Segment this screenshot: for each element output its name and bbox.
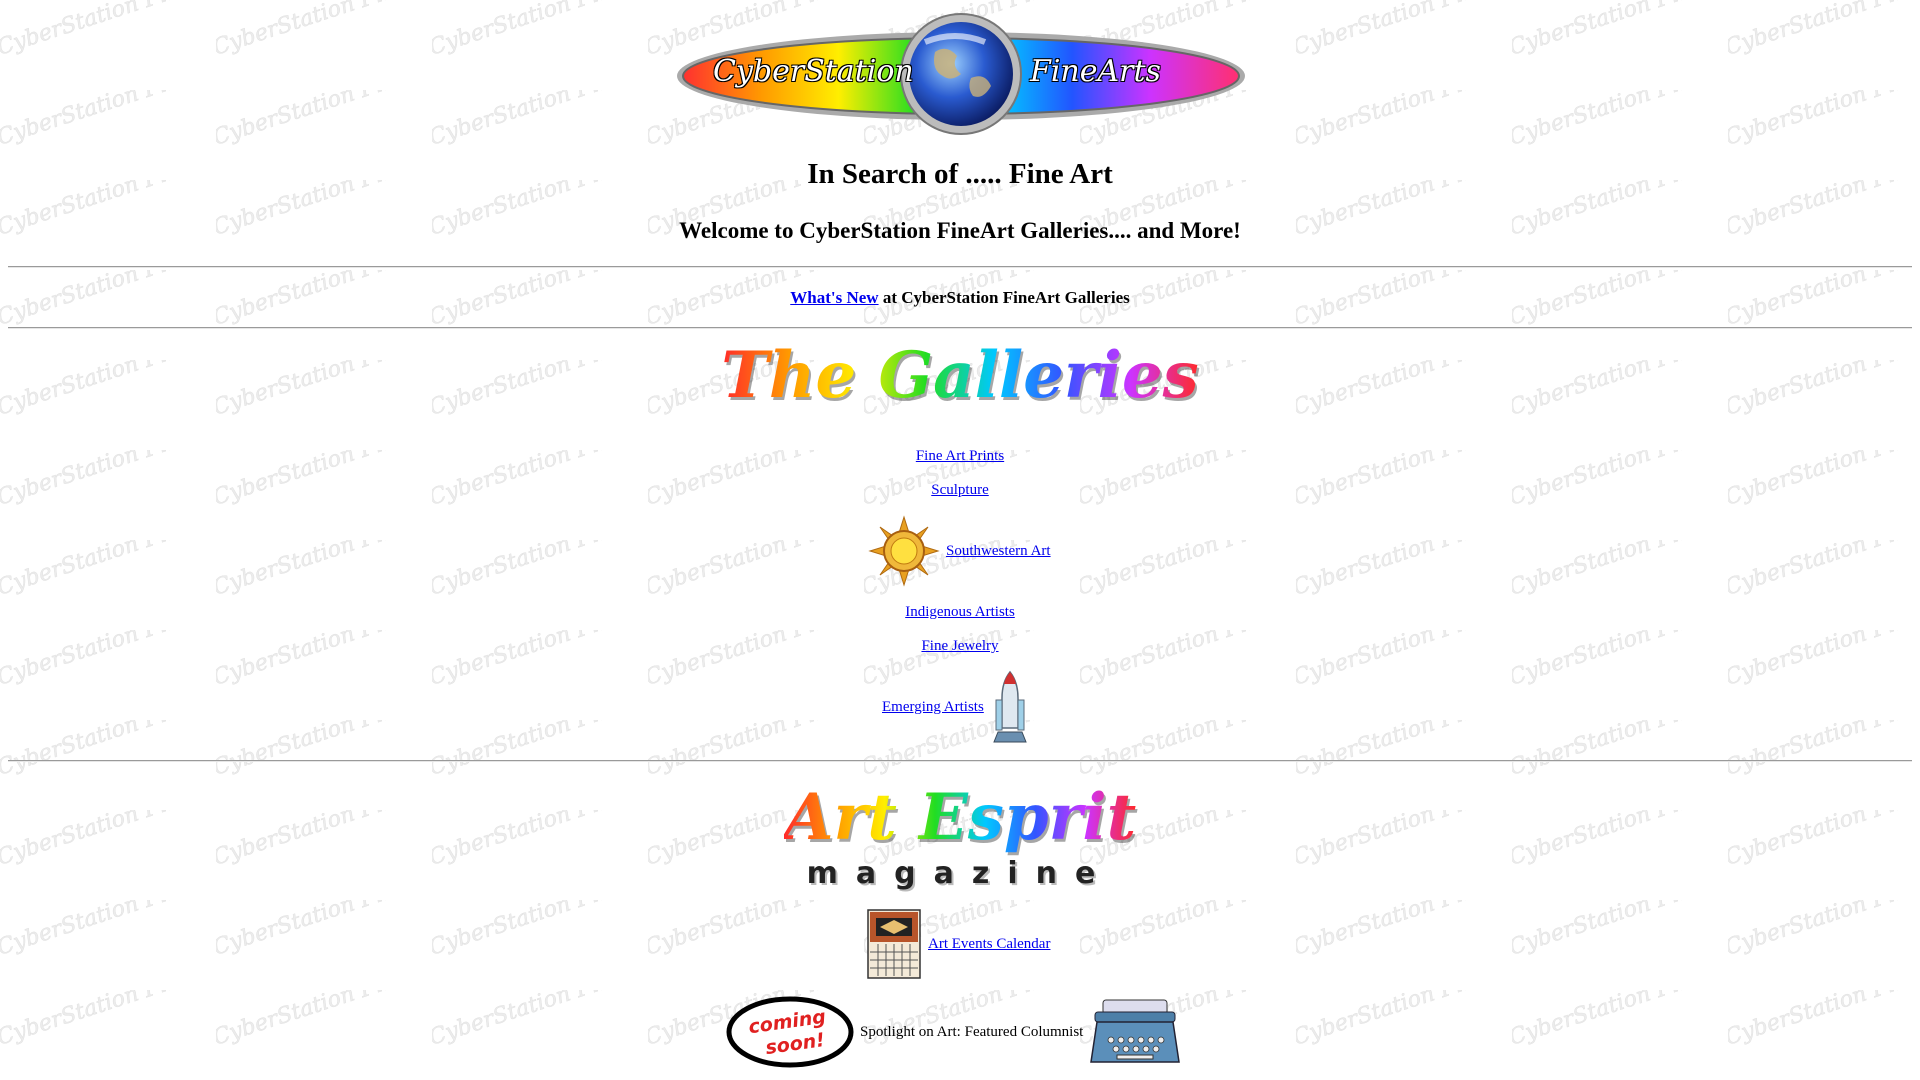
- divider: [8, 327, 1912, 329]
- galleries-heading-text: The Galleries: [721, 338, 1199, 413]
- fine-jewelry-link[interactable]: Fine Jewelry: [921, 638, 998, 654]
- logo-left-text: CyberStation: [713, 54, 914, 89]
- whats-new-link[interactable]: What's New: [790, 288, 878, 307]
- galleries-heading: The Galleries: [0, 338, 1920, 413]
- magazine-subheading: magazine: [806, 856, 1114, 891]
- sun-icon: [868, 515, 940, 587]
- logo-right-text: FineArts: [1030, 54, 1161, 89]
- spotlight-text: Spotlight on Art: Featured Columnist: [860, 1023, 1084, 1040]
- space-shuttle-icon: [993, 670, 1027, 743]
- art-esprit-heading: Art Esprit: [0, 780, 1920, 855]
- fine-art-prints-link[interactable]: Fine Art Prints: [916, 448, 1004, 464]
- spotlight-row: coming soon! Spotlight on Art: Featured …: [726, 996, 1181, 1068]
- divider: [8, 266, 1912, 268]
- calendar-icon: [867, 909, 921, 979]
- coming-soon-badge: coming soon!: [726, 996, 854, 1068]
- southwestern-art-link[interactable]: Southwestern Art: [946, 543, 1051, 560]
- site-logo: CyberStation FineArts: [675, 12, 1247, 140]
- gallery-item-emerging: Emerging Artists: [882, 670, 1030, 744]
- gallery-item: Fine Art Prints: [0, 448, 1920, 465]
- whats-new-line: What's New at CyberStation FineArt Galle…: [0, 288, 1920, 308]
- divider: [8, 760, 1912, 762]
- whats-new-suffix: at CyberStation FineArt Galleries: [878, 288, 1130, 307]
- art-events-row: Art Events Calendar: [866, 908, 1050, 980]
- sculpture-link[interactable]: Sculpture: [931, 482, 989, 498]
- emerging-artists-link[interactable]: Emerging Artists: [882, 699, 984, 716]
- welcome-heading: Welcome to CyberStation FineArt Gallerie…: [679, 218, 1241, 243]
- page-title: In Search of ..... Fine Art: [807, 158, 1113, 190]
- gallery-item: Sculpture: [0, 482, 1920, 499]
- gallery-item-southwestern: Southwestern Art: [868, 515, 1051, 587]
- gallery-item: Indigenous Artists: [0, 604, 1920, 621]
- art-events-calendar-link[interactable]: Art Events Calendar: [928, 936, 1050, 953]
- typewriter-icon: [1090, 999, 1181, 1063]
- art-esprit-heading-text: Art Esprit: [783, 780, 1137, 855]
- indigenous-artists-link[interactable]: Indigenous Artists: [905, 604, 1015, 620]
- gallery-item: Fine Jewelry: [0, 638, 1920, 655]
